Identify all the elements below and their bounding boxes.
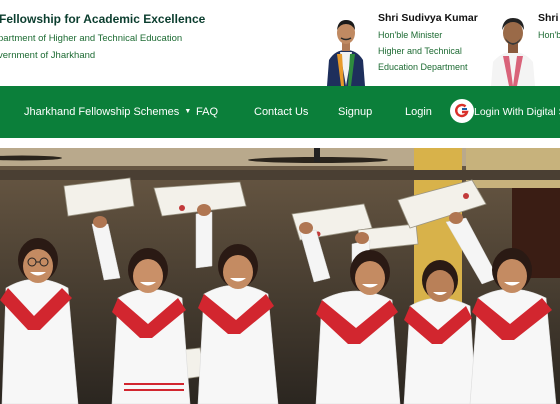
nav-spacer bbox=[0, 138, 560, 148]
nav-fellowship-schemes-dropdown[interactable]: Jharkhand Fellowship Schemes ▼ bbox=[24, 86, 191, 138]
nav-faq-link[interactable]: FAQ bbox=[196, 86, 218, 138]
hero-banner-image bbox=[0, 148, 560, 404]
site-header: Fellowship for Academic Excellence partm… bbox=[0, 0, 560, 86]
nav-signup-link[interactable]: Signup bbox=[338, 86, 372, 138]
digilocker-login-label: Login With Digital Sev bbox=[474, 106, 560, 118]
nav-fellowship-schemes-label: Jharkhand Fellowship Schemes bbox=[24, 106, 180, 118]
government-name: vernment of Jharkhand bbox=[0, 50, 96, 61]
minister-title: Hon'ble Minister bbox=[378, 30, 443, 40]
minister-name: Shri Sudivya Kumar bbox=[378, 12, 478, 24]
digilocker-logo-icon bbox=[450, 99, 474, 123]
nav-contact-us-link[interactable]: Contact Us bbox=[254, 86, 308, 138]
main-navigation: Jharkhand Fellowship Schemes ▼ FAQ Contac… bbox=[0, 86, 560, 138]
chief-minister-title: Hon'b bbox=[538, 30, 560, 40]
caret-down-icon: ▼ bbox=[184, 108, 192, 116]
minister-department-line2: Education Department bbox=[378, 62, 468, 72]
minister-department-line1: Higher and Technical bbox=[378, 46, 462, 56]
minister-photo bbox=[325, 8, 367, 86]
department-name: partment of Higher and Technical Educati… bbox=[0, 33, 183, 44]
chief-minister-photo bbox=[489, 8, 537, 86]
nav-login-link[interactable]: Login bbox=[405, 86, 432, 138]
chief-minister-name: Shri H bbox=[538, 12, 560, 24]
site-title: Fellowship for Academic Excellence bbox=[0, 12, 206, 26]
